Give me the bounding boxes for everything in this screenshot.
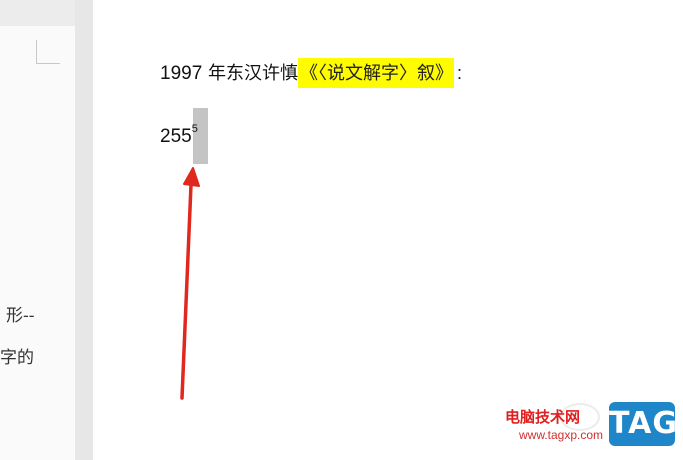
page-gutter xyxy=(75,0,93,460)
site-watermark: 电脑技术网 www.tagxp.com TAG xyxy=(493,396,683,460)
base-number[interactable]: 255 xyxy=(160,126,192,147)
superscript-number[interactable]: 5 xyxy=(192,123,198,135)
previous-page-text-line[interactable]: 字的 xyxy=(0,343,34,368)
previous-page: 形-- 字的 xyxy=(0,0,75,460)
paragraph-citation[interactable]: 1997 年东汉许慎 《〈说文解字〉叙》: xyxy=(160,58,462,88)
previous-page-top-band xyxy=(0,0,75,26)
colon-text[interactable]: : xyxy=(457,63,462,83)
year-text[interactable]: 1997 xyxy=(160,63,202,84)
watermark-url: www.tagxp.com xyxy=(519,428,604,442)
page-corner-mark xyxy=(36,40,60,64)
previous-page-text-line[interactable]: 形-- xyxy=(6,301,35,326)
author-text[interactable]: 年东汉许慎 xyxy=(202,63,298,84)
highlighted-title[interactable]: 《〈说文解字〉叙》 xyxy=(298,58,455,88)
tag-logo: TAG xyxy=(609,402,677,446)
paragraph-number[interactable]: 2555 xyxy=(160,117,198,147)
watermark-site-name: 电脑技术网 xyxy=(505,408,581,426)
